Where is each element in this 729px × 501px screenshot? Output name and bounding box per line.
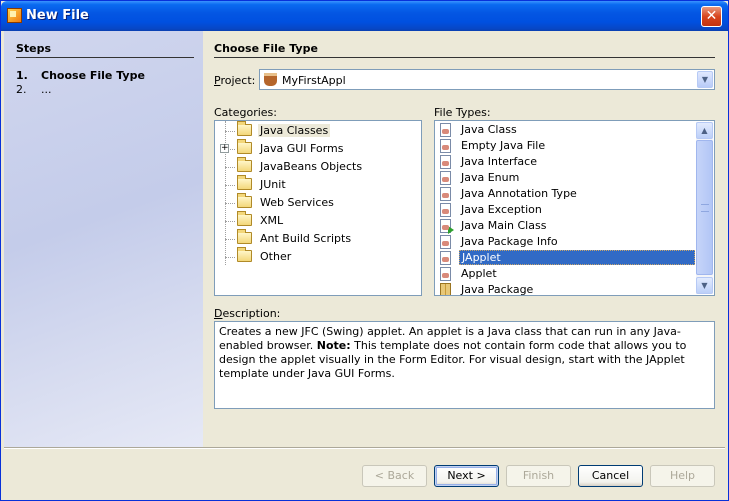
list-item[interactable]: Java Annotation Type [435, 186, 697, 202]
tree-item-junit[interactable]: JUnit [215, 175, 421, 194]
java-file-icon [440, 123, 451, 137]
folder-icon [237, 121, 252, 136]
folder-icon [237, 157, 252, 172]
title-bar[interactable]: New File ✕ [1, 1, 728, 31]
step-1: 1. Choose File Type [16, 69, 145, 82]
step-label: ... [41, 83, 52, 96]
section-divider [214, 57, 715, 58]
project-combobox[interactable]: MyFirstAppl ▼ [259, 69, 715, 90]
folder-icon [237, 193, 252, 208]
app-icon [7, 8, 22, 23]
folder-icon [237, 247, 252, 262]
list-item[interactable]: Java Class [435, 122, 697, 138]
list-item[interactable]: Java Interface [435, 154, 697, 170]
java-file-icon [440, 187, 451, 201]
close-icon: ✕ [705, 8, 718, 24]
scroll-down-icon[interactable]: ▼ [696, 277, 713, 294]
java-file-icon [440, 139, 451, 153]
scroll-thumb[interactable] [696, 140, 713, 275]
file-types-label: File Types: [434, 106, 491, 119]
java-project-icon [264, 73, 277, 86]
package-icon [440, 283, 451, 295]
cancel-button[interactable]: Cancel [578, 465, 643, 487]
back-button[interactable]: < Back [362, 465, 427, 487]
tree-item-other[interactable]: Other [215, 247, 421, 266]
tree-item-label: Other [260, 250, 292, 263]
chevron-down-icon[interactable]: ▼ [697, 71, 713, 88]
steps-divider [16, 57, 194, 58]
categories-tree[interactable]: Java Classes + Java GUI Forms JavaBeans … [214, 120, 422, 296]
java-file-icon [440, 155, 451, 169]
list-item[interactable]: Applet [435, 266, 697, 282]
step-label: Choose File Type [41, 69, 145, 82]
list-item[interactable]: Java Package [435, 282, 697, 295]
tree-item-label: JUnit [260, 178, 286, 191]
step-2: 2.... [16, 83, 52, 96]
button-separator [4, 447, 725, 449]
java-main-class-icon [440, 219, 454, 234]
steps-panel: Steps 1. Choose File Type 2.... [4, 31, 203, 447]
folder-icon [237, 139, 252, 154]
java-file-icon [440, 203, 451, 217]
java-file-icon [440, 171, 451, 185]
project-value: MyFirstAppl [282, 74, 346, 87]
expand-icon[interactable]: + [220, 144, 229, 153]
folder-icon [237, 211, 252, 226]
next-button[interactable]: Next > [434, 465, 499, 487]
java-file-icon [440, 267, 451, 281]
new-file-dialog: New File ✕ Steps 1. Choose File Type 2...… [0, 0, 729, 501]
folder-icon [237, 229, 252, 244]
tree-item-label: Web Services [260, 196, 334, 209]
tree-item-label: XML [260, 214, 284, 227]
tree-item-label: Java Classes [258, 124, 331, 137]
tree-item-label: Java GUI Forms [260, 142, 344, 155]
description-label: Description: [214, 307, 281, 320]
list-item[interactable]: Java Exception [435, 202, 697, 218]
tree-item-ant-build-scripts[interactable]: Ant Build Scripts [215, 229, 421, 248]
tree-item-label: Ant Build Scripts [260, 232, 352, 245]
scroll-up-icon[interactable]: ▲ [696, 122, 713, 139]
tree-item-label: JavaBeans Objects [260, 160, 363, 173]
tree-item-web-services[interactable]: Web Services [215, 193, 421, 212]
tree-item-java-classes[interactable]: Java Classes [215, 121, 421, 140]
folder-icon [237, 175, 252, 190]
step-number: 2. [16, 83, 27, 96]
file-types-list[interactable]: Java Class Empty Java File Java Interfac… [434, 120, 715, 296]
finish-button[interactable]: Finish [506, 465, 571, 487]
step-number: 1. [16, 69, 28, 82]
list-item[interactable]: Java Main Class [435, 218, 697, 234]
tree-item-javabeans-objects[interactable]: JavaBeans Objects [215, 157, 421, 176]
project-label: Project: [214, 74, 256, 87]
help-button[interactable]: Help [650, 465, 715, 487]
file-types-scrollbar[interactable]: ▲ ▼ [696, 122, 713, 294]
list-item[interactable]: Empty Java File [435, 138, 697, 154]
section-title: Choose File Type [214, 42, 318, 55]
tree-item-java-gui-forms[interactable]: + Java GUI Forms [215, 139, 421, 158]
tree-item-xml[interactable]: XML [215, 211, 421, 230]
list-item[interactable]: Java Enum [435, 170, 697, 186]
window-title: New File [26, 8, 89, 23]
list-item-selected[interactable]: JApplet [435, 250, 697, 266]
list-item[interactable]: Java Package Info [435, 234, 697, 250]
description-text: Creates a new JFC (Swing) applet. An app… [214, 321, 715, 409]
categories-label: Categories: [214, 106, 277, 119]
close-button[interactable]: ✕ [701, 6, 722, 27]
java-file-icon [440, 251, 451, 265]
java-file-icon [440, 235, 451, 249]
steps-header: Steps [16, 42, 52, 55]
